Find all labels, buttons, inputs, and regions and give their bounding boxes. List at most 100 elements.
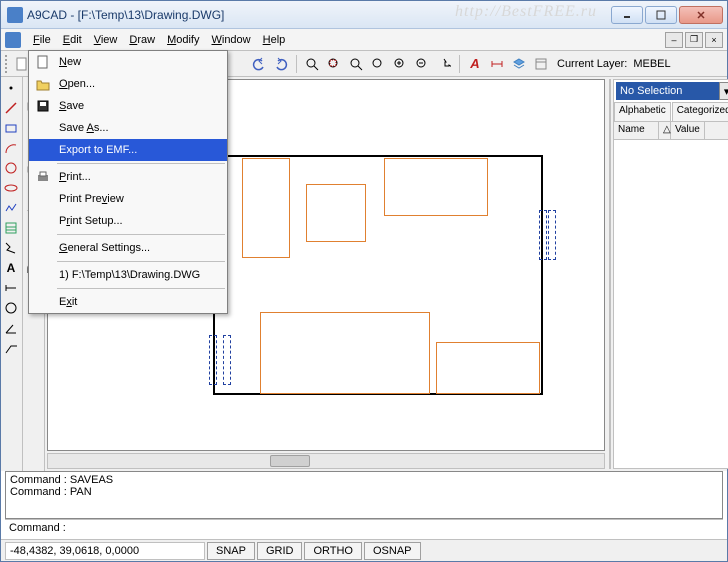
circle2-icon[interactable] <box>1 299 21 317</box>
toolbar-separator <box>459 55 460 73</box>
menu-print-preview[interactable]: Print Preview <box>29 188 227 210</box>
blank-icon <box>33 190 53 208</box>
menu-draw[interactable]: Draw <box>123 31 161 49</box>
zoom-realtime-icon[interactable] <box>346 54 366 74</box>
menu-print[interactable]: Print... <box>29 166 227 188</box>
blank-icon <box>33 212 53 230</box>
layers-icon[interactable] <box>509 54 529 74</box>
command-input[interactable]: Command : <box>5 519 723 537</box>
minimize-button[interactable] <box>611 6 643 24</box>
toolbar-separator <box>296 55 297 73</box>
menu-window[interactable]: Window <box>205 31 256 49</box>
menu-recent-file-1[interactable]: 1) F:\Temp\13\Drawing.DWG <box>29 264 227 286</box>
command-history[interactable]: Command : SAVEAS Command : PAN <box>5 471 723 519</box>
hatch-icon[interactable] <box>1 219 21 237</box>
menu-save[interactable]: Save <box>29 95 227 117</box>
undo-icon[interactable] <box>249 54 269 74</box>
blank-icon <box>33 239 53 257</box>
menu-exit[interactable]: Exit <box>29 291 227 313</box>
titlebar: A9CAD - [F:\Temp\13\Drawing.DWG] http://… <box>1 1 727 29</box>
menu-view[interactable]: View <box>88 31 124 49</box>
menu-save-as[interactable]: Save As... <box>29 117 227 139</box>
selection-value: No Selection <box>620 85 682 97</box>
grid-toggle[interactable]: GRID <box>257 542 303 560</box>
menu-modify[interactable]: Modify <box>161 31 205 49</box>
grip-handle[interactable] <box>539 210 547 260</box>
menu-export-emf[interactable]: Export to EMF... <box>29 139 227 161</box>
blank-icon <box>33 119 53 137</box>
print-icon <box>33 168 53 186</box>
current-layer-label: Current Layer: <box>557 58 627 70</box>
angle-icon[interactable] <box>1 319 21 337</box>
grip-handle[interactable] <box>223 335 231 385</box>
mdi-minimize-button[interactable]: – <box>665 32 683 48</box>
menu-separator <box>57 261 225 262</box>
arc-icon[interactable] <box>1 139 21 157</box>
menu-new[interactable]: New <box>29 51 227 73</box>
chevron-down-icon[interactable]: ▾ <box>719 82 728 100</box>
ellipse-icon[interactable] <box>1 179 21 197</box>
file-menu-dropdown: New Open... Save Save As... Export to EM… <box>28 50 228 314</box>
snap-toggle[interactable]: SNAP <box>207 542 255 560</box>
command-history-line: Command : PAN <box>10 486 718 498</box>
rectangle-icon[interactable] <box>1 119 21 137</box>
polyline2-icon[interactable] <box>1 239 21 257</box>
menu-edit[interactable]: Edit <box>57 31 88 49</box>
tab-categorized[interactable]: Categorized <box>672 102 728 121</box>
window-controls <box>611 6 723 24</box>
zoom-in-icon[interactable] <box>390 54 410 74</box>
new-file-icon <box>33 53 53 71</box>
menu-separator <box>57 288 225 289</box>
zoom-previous-icon[interactable] <box>368 54 388 74</box>
grip-handle[interactable] <box>209 335 217 385</box>
column-value[interactable]: Value <box>671 122 705 139</box>
grip-handle[interactable] <box>548 210 556 260</box>
current-layer-value: MEBEL <box>633 58 670 70</box>
property-tabs: Alphabetic Categorized <box>614 102 728 122</box>
redo-icon[interactable] <box>271 54 291 74</box>
zoom-out-icon[interactable] <box>412 54 432 74</box>
selection-combo[interactable]: No Selection ▾ <box>616 82 728 100</box>
zoom-window-icon[interactable] <box>324 54 344 74</box>
menu-general-settings[interactable]: General Settings... <box>29 237 227 259</box>
text-icon[interactable]: A <box>1 259 21 277</box>
sort-icon[interactable]: △ <box>659 122 671 139</box>
menu-open[interactable]: Open... <box>29 73 227 95</box>
mdi-icon[interactable] <box>5 32 21 48</box>
dimension-icon[interactable] <box>1 279 21 297</box>
scrollbar-thumb[interactable] <box>270 455 310 467</box>
pan-icon[interactable] <box>434 54 454 74</box>
mdi-close-button[interactable]: × <box>705 32 723 48</box>
text-style-icon[interactable]: A <box>465 54 485 74</box>
osnap-toggle[interactable]: OSNAP <box>364 542 421 560</box>
menu-help[interactable]: Help <box>257 31 292 49</box>
maximize-button[interactable] <box>645 6 677 24</box>
point-icon[interactable] <box>1 79 21 97</box>
tab-alphabetic[interactable]: Alphabetic <box>614 102 671 121</box>
properties-icon[interactable] <box>531 54 551 74</box>
blank-icon <box>33 266 53 284</box>
property-grid[interactable] <box>614 140 728 468</box>
mdi-restore-button[interactable]: ❐ <box>685 32 703 48</box>
drawing-shape <box>384 158 488 216</box>
mdi-controls: – ❐ × <box>663 32 723 48</box>
ortho-toggle[interactable]: ORTHO <box>304 542 362 560</box>
dimension-style-icon[interactable] <box>487 54 507 74</box>
leader-icon[interactable] <box>1 339 21 357</box>
polyline-icon[interactable] <box>1 199 21 217</box>
menu-file[interactable]: File <box>27 31 57 49</box>
zoom-extents-icon[interactable] <box>302 54 322 74</box>
properties-panel: No Selection ▾ Alphabetic Categorized Na… <box>607 77 727 471</box>
vertical-scrollbar[interactable] <box>609 79 611 469</box>
horizontal-scrollbar[interactable] <box>47 453 605 469</box>
coordinates-display: -48,4382, 39,0618, 0,0000 <box>5 542 205 560</box>
column-name[interactable]: Name <box>614 122 659 139</box>
drawing-shape <box>436 342 540 394</box>
open-file-icon <box>33 75 53 93</box>
menu-print-setup[interactable]: Print Setup... <box>29 210 227 232</box>
property-header: Name △ Value <box>614 122 728 140</box>
toolbar-grip[interactable] <box>5 55 8 73</box>
line-icon[interactable] <box>1 99 21 117</box>
circle-icon[interactable] <box>1 159 21 177</box>
close-button[interactable] <box>679 6 723 24</box>
